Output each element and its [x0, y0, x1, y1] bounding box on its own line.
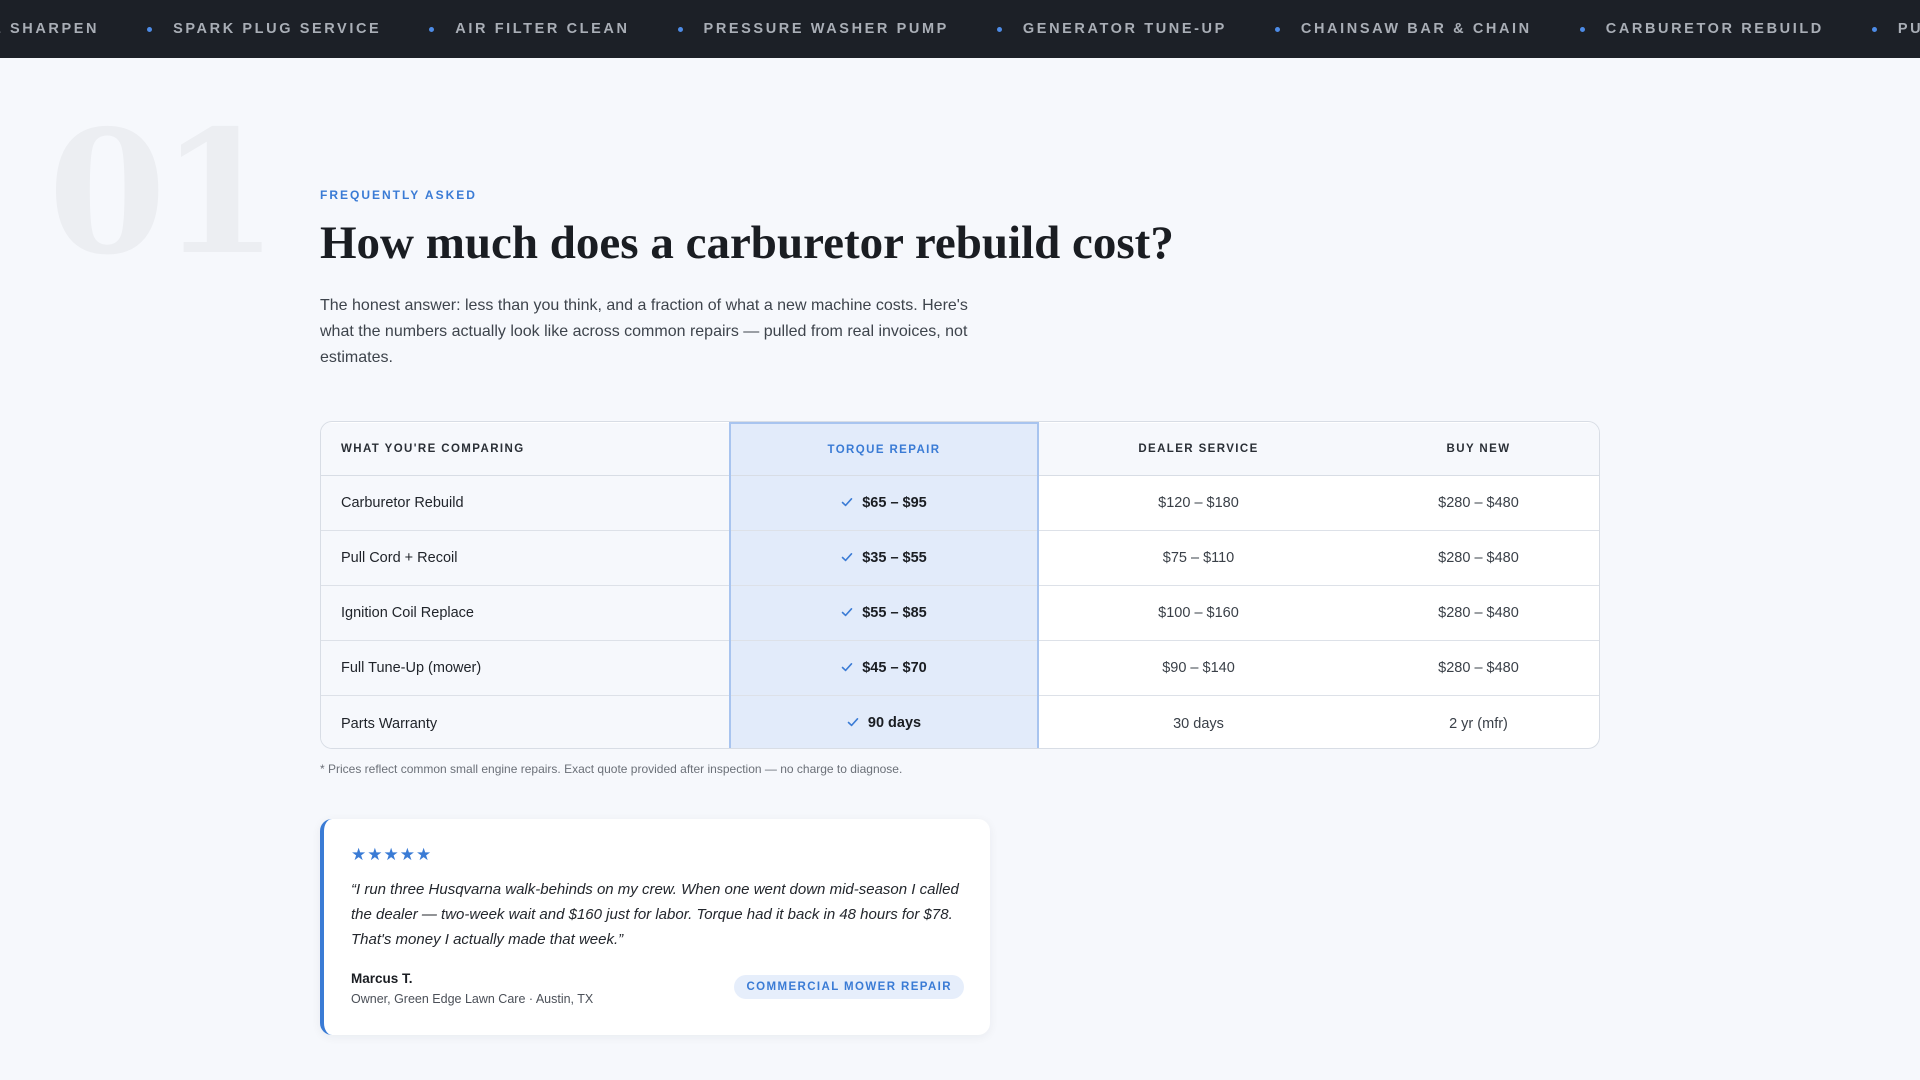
- torque-warranty-cell: 90 days: [729, 695, 1039, 748]
- dealer-price: $90 – $140: [1038, 640, 1358, 696]
- ticker-item: PRESSURE WASHER PUMP: [677, 21, 949, 37]
- star-rating-icon: ★★★★★: [351, 845, 433, 865]
- bullet-dot-icon: [147, 26, 153, 32]
- section-lead: The honest answer: less than you think, …: [320, 297, 968, 366]
- row-label: Parts Warranty: [321, 695, 730, 748]
- column-header-dealer-service: DEALER SERVICE: [1038, 423, 1358, 476]
- table-footnote: * Prices reflect common small engine rep…: [320, 762, 903, 776]
- torque-price: $35 – $55: [862, 550, 927, 566]
- new-price: $280 – $480: [1358, 475, 1599, 531]
- check-icon: [841, 663, 853, 672]
- table-row: Ignition Coil Replace $55 – $85 $100 – $…: [321, 585, 1599, 641]
- page-title: How much does a carburetor rebuild cost?: [320, 217, 1174, 269]
- section-number: 01: [48, 93, 279, 293]
- ticker-item: PULL CORD RESTRING: [1871, 21, 1920, 37]
- column-header-comparing: WHAT YOU'RE COMPARING: [321, 423, 730, 476]
- torque-price-cell: $55 – $85: [729, 585, 1039, 641]
- ticker-track: DE SHARPEN SPARK PLUG SERVICE AIR FILTER…: [0, 0, 1920, 58]
- torque-price: $45 – $70: [862, 660, 927, 676]
- new-warranty: 2 yr (mfr): [1449, 715, 1508, 732]
- table-row: Pull Cord + Recoil $35 – $55 $75 – $110 …: [321, 530, 1599, 586]
- ticker-item: AIR FILTER CLEAN: [429, 21, 629, 37]
- price-comparison-table: WHAT YOU'RE COMPARING TORQUE REPAIR DEAL…: [320, 421, 1600, 749]
- table-row: Full Tune-Up (mower) $45 – $70 $90 – $14…: [321, 640, 1599, 696]
- check-icon: [841, 608, 853, 617]
- testimonial-author: Marcus T.: [351, 971, 413, 986]
- row-label: Ignition Coil Replace: [321, 585, 730, 641]
- bullet-dot-icon: [1579, 26, 1585, 32]
- testimonial-quote: “I run three Husqvarna walk-behinds on m…: [351, 881, 959, 948]
- ticker-item: GENERATOR TUNE-UP: [996, 21, 1227, 37]
- column-header-buy-new: BUY NEW: [1358, 423, 1599, 476]
- dealer-price: $75 – $110: [1038, 530, 1358, 586]
- new-price: $280 – $480: [1358, 585, 1599, 641]
- section-eyebrow: FREQUENTLY ASKED: [320, 188, 477, 202]
- service-ticker: DE SHARPEN SPARK PLUG SERVICE AIR FILTER…: [0, 0, 1920, 58]
- dealer-price: $100 – $160: [1038, 585, 1358, 641]
- ticker-item: CARBURETOR REBUILD: [1579, 21, 1824, 37]
- bullet-dot-icon: [996, 26, 1002, 32]
- bullet-dot-icon: [677, 26, 683, 32]
- check-icon: [847, 718, 859, 727]
- check-icon: [841, 498, 853, 507]
- table-row: Carburetor Rebuild $65 – $95 $120 – $180…: [321, 475, 1599, 531]
- torque-warranty: 90 days: [867, 715, 922, 731]
- bullet-dot-icon: [1274, 26, 1280, 32]
- row-label: Pull Cord + Recoil: [321, 530, 730, 586]
- torque-price: $65 – $95: [862, 495, 927, 511]
- ticker-item: CHAINSAW BAR & CHAIN: [1274, 21, 1532, 37]
- torque-price-cell: $45 – $70: [729, 640, 1039, 696]
- column-header-torque-repair: TORQUE REPAIR: [729, 422, 1039, 476]
- row-label: Carburetor Rebuild: [321, 475, 730, 531]
- testimonial-card: ★★★★★ “I run three Husqvarna walk-behind…: [320, 819, 990, 1035]
- dealer-warranty: 30 days: [1173, 715, 1224, 732]
- ticker-item: SPARK PLUG SERVICE: [147, 21, 381, 37]
- check-icon: [841, 553, 853, 562]
- new-price: $280 – $480: [1358, 640, 1599, 696]
- table-header-row: WHAT YOU'RE COMPARING TORQUE REPAIR DEAL…: [321, 422, 1599, 476]
- testimonial-author-role: Owner, Green Edge Lawn Care · Austin, TX: [351, 992, 594, 1006]
- torque-price: $55 – $85: [862, 605, 927, 621]
- bullet-dot-icon: [1871, 26, 1877, 32]
- ticker-item: DE SHARPEN: [0, 21, 100, 37]
- dealer-price: $120 – $180: [1038, 475, 1358, 531]
- new-price: $280 – $480: [1358, 530, 1599, 586]
- bullet-dot-icon: [429, 26, 435, 32]
- service-tag-badge[interactable]: COMMERCIAL MOWER REPAIR: [734, 975, 964, 999]
- table-row: Parts Warranty 90 days 30 days 2 yr (mfr…: [321, 695, 1599, 748]
- torque-price-cell: $65 – $95: [729, 475, 1039, 531]
- row-label: Full Tune-Up (mower): [321, 640, 730, 696]
- torque-price-cell: $35 – $55: [729, 530, 1039, 586]
